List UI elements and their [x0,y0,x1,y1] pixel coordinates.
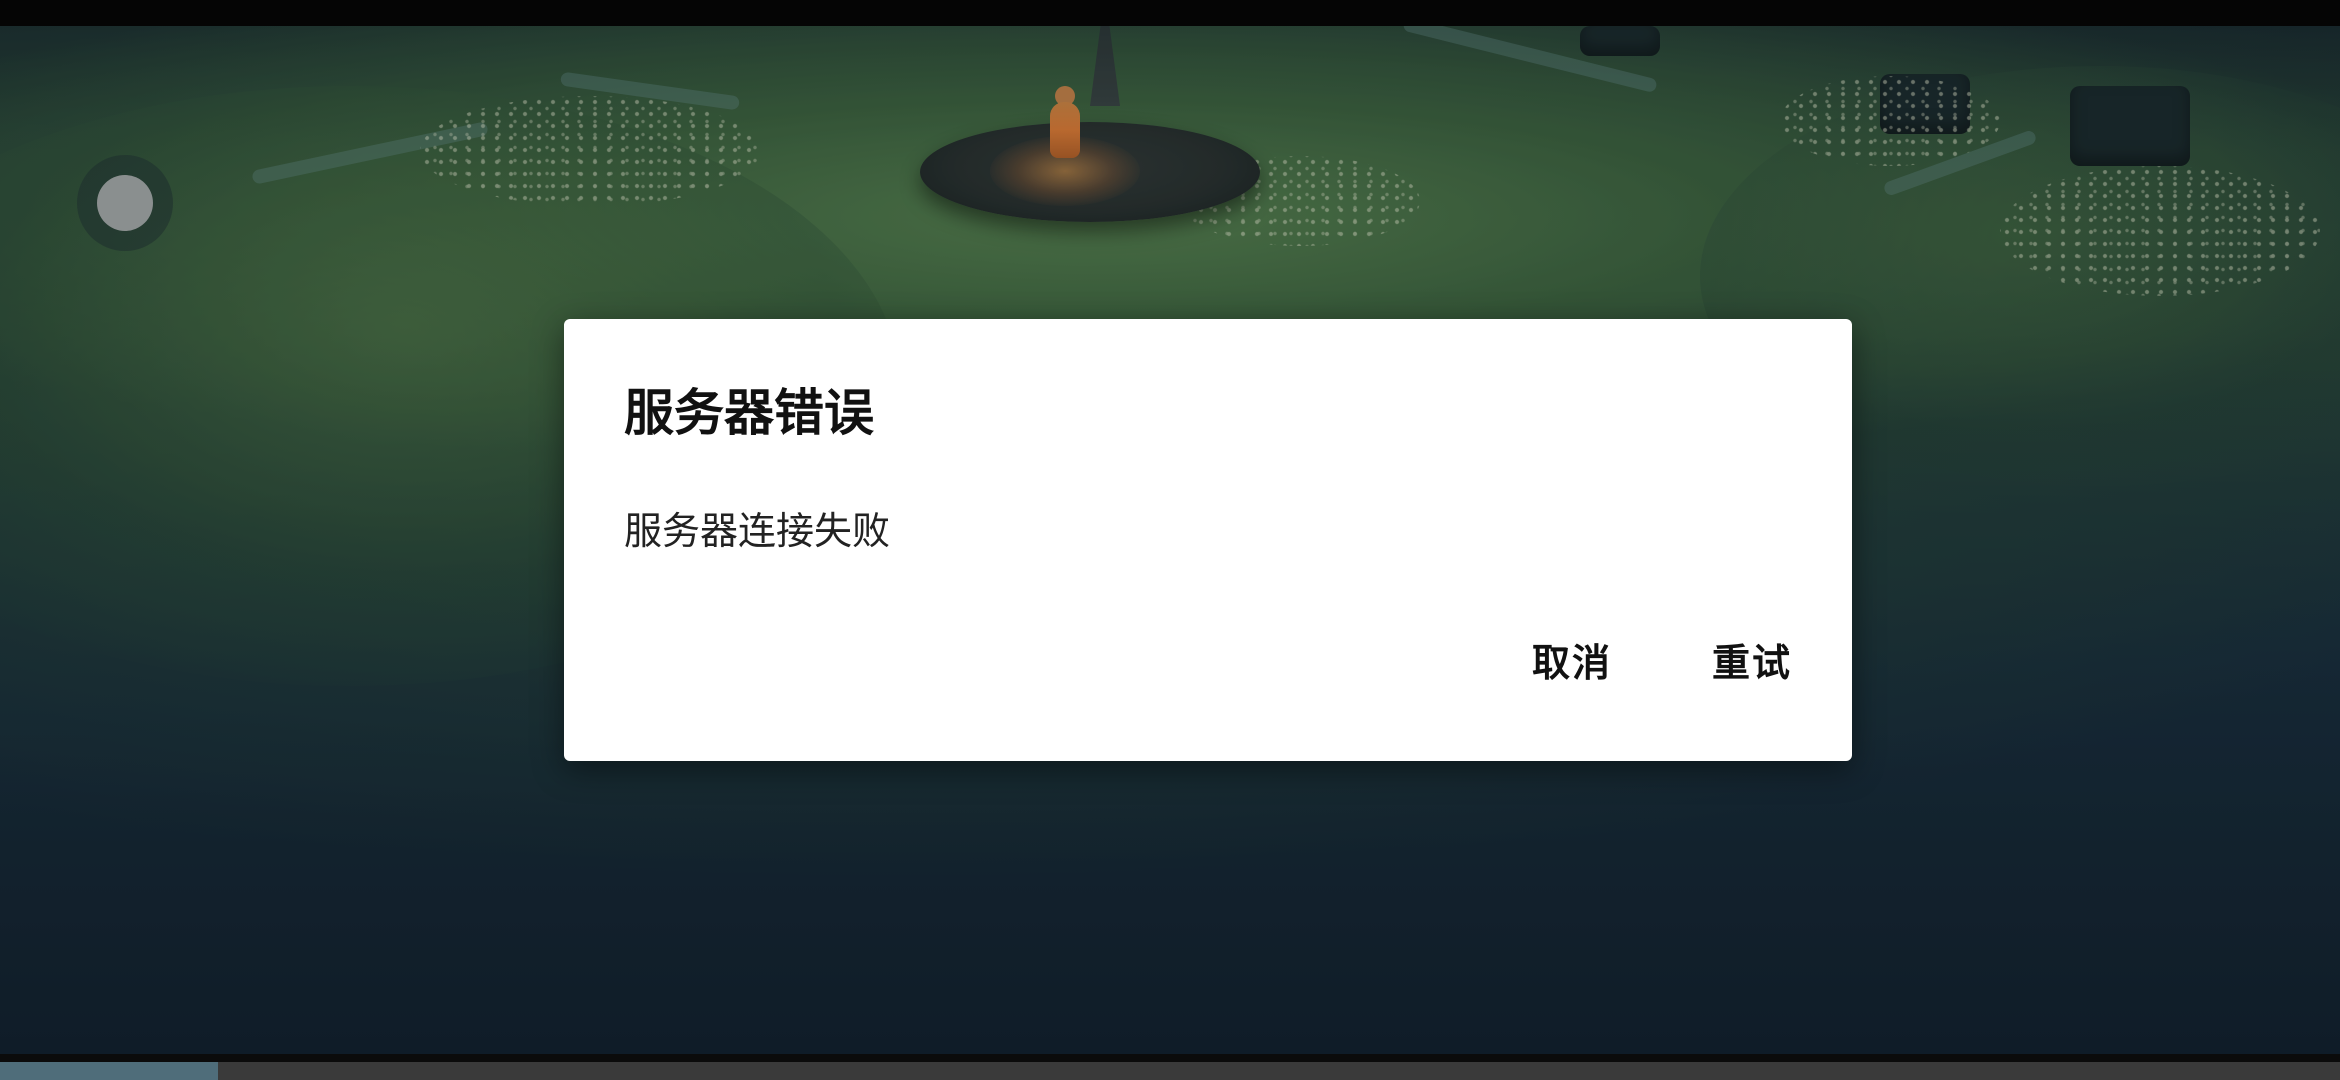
top-status-bar [0,0,2340,26]
loading-progress-fill [0,1062,218,1080]
game-screen: 服务器错误 服务器连接失败 取消 重试 [0,0,2340,1080]
dialog-actions: 取消 重试 [1532,641,1792,687]
server-error-dialog: 服务器错误 服务器连接失败 取消 重试 [564,319,1852,761]
dialog-message: 服务器连接失败 [624,509,891,553]
bottom-bar [0,1054,2340,1080]
cancel-button[interactable]: 取消 [1532,641,1612,687]
joystick-knob[interactable] [97,175,153,231]
joystick-icon[interactable] [77,155,173,251]
retry-button[interactable]: 重试 [1712,641,1792,687]
loading-progress-track [0,1062,2340,1080]
dialog-title: 服务器错误 [624,384,874,442]
